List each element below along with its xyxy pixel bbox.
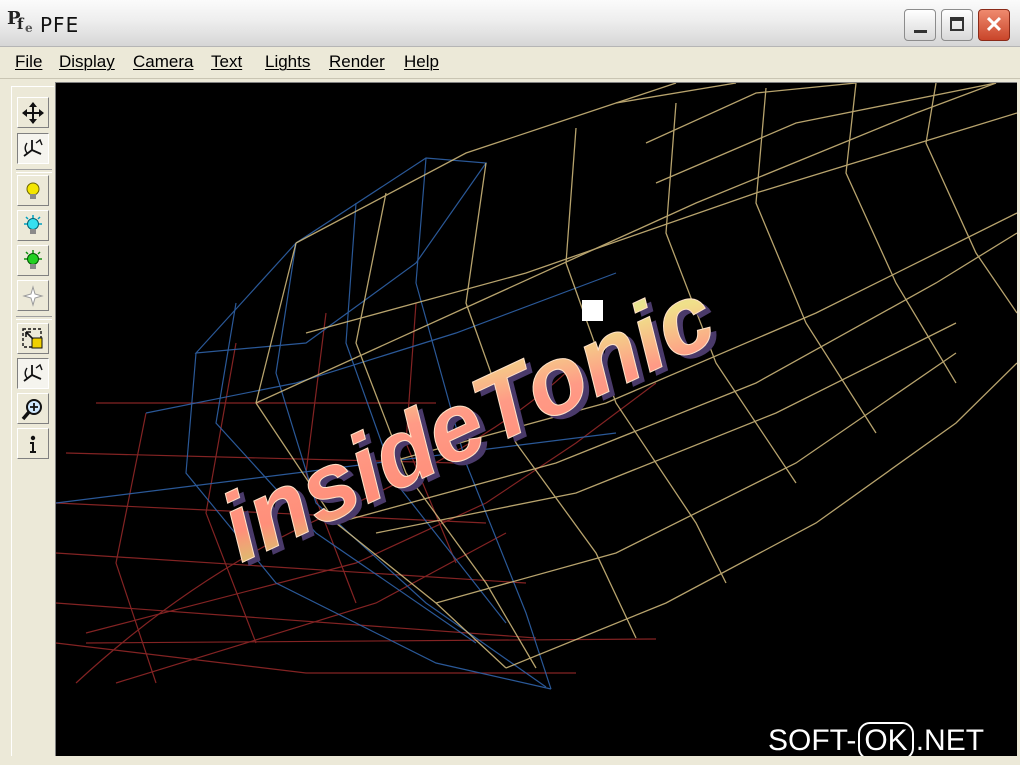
pfe-window: Pfe PFE ✕ File Display Camera Text Light… <box>0 0 1020 765</box>
menu-bar: File Display Camera Text Lights Render H… <box>0 47 1020 79</box>
window-title: PFE <box>40 13 80 37</box>
minimize-icon <box>914 30 927 33</box>
pfe-app-icon[interactable]: Pfe <box>6 8 34 38</box>
rotate-tool-button[interactable] <box>17 133 49 164</box>
menu-display[interactable]: Display <box>59 52 115 72</box>
rotate-axes-icon <box>23 363 43 382</box>
select-region-button[interactable] <box>17 323 49 354</box>
light-white-icon <box>22 285 44 307</box>
light-green-icon <box>24 250 42 269</box>
close-icon: ✕ <box>984 12 1004 37</box>
title-bar[interactable]: Pfe PFE ✕ <box>0 0 1020 47</box>
light-white-button[interactable] <box>17 280 49 311</box>
zoom-button[interactable] <box>17 393 49 424</box>
toolbar-separator <box>16 169 52 173</box>
toolbar-separator <box>16 316 52 320</box>
light-cyan-button[interactable] <box>17 210 49 241</box>
watermark-right: .NET <box>915 724 985 757</box>
watermark-left: SOFT- <box>768 724 857 757</box>
close-button[interactable]: ✕ <box>978 9 1010 41</box>
minimize-button[interactable] <box>904 9 936 41</box>
menu-help[interactable]: Help <box>404 52 439 72</box>
move-arrows-icon <box>22 102 44 124</box>
light-green-button[interactable] <box>17 245 49 276</box>
light-cyan-icon <box>24 215 42 234</box>
3d-viewport[interactable]: insideTonic insideTonic <box>55 82 1017 756</box>
rotate-axes-icon <box>23 138 43 157</box>
light-position-marker[interactable] <box>582 300 603 321</box>
menu-text[interactable]: Text <box>211 52 242 72</box>
menu-file[interactable]: File <box>15 52 42 72</box>
info-button[interactable] <box>17 428 49 459</box>
zoom-icon <box>21 399 42 421</box>
select-region-icon <box>22 328 43 349</box>
light-yellow-icon <box>26 182 40 199</box>
info-icon <box>30 435 36 453</box>
rotate-view-button[interactable] <box>17 358 49 389</box>
move-tool-button[interactable] <box>17 97 49 128</box>
light-yellow-button[interactable] <box>17 175 49 206</box>
text-face: insideTonic <box>205 261 730 582</box>
menu-lights[interactable]: Lights <box>265 52 310 72</box>
wireframe-scene: insideTonic insideTonic <box>56 83 1017 690</box>
watermark-box: OK <box>858 722 914 760</box>
window-bottom-border <box>0 756 1020 765</box>
maximize-icon <box>950 17 964 31</box>
maximize-button[interactable] <box>941 9 973 41</box>
menu-camera[interactable]: Camera <box>133 52 193 72</box>
watermark: SOFT- OK .NET <box>768 722 984 760</box>
tool-palette <box>11 86 54 757</box>
menu-render[interactable]: Render <box>329 52 385 72</box>
